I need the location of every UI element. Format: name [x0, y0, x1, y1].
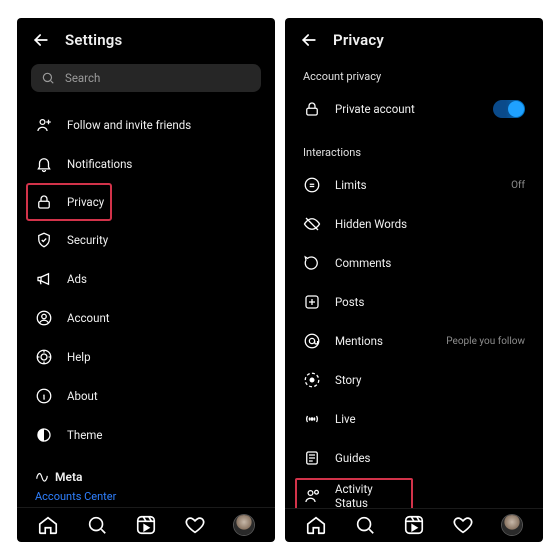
private-account-row[interactable]: Private account — [299, 90, 529, 128]
tab-bar — [17, 507, 275, 542]
settings-content: Search Follow and invite friends Notific… — [17, 60, 275, 507]
avatar-icon — [502, 515, 522, 535]
row-label: Account — [67, 311, 257, 325]
row-tail: People you follow — [446, 336, 525, 347]
row-label: Security — [67, 233, 257, 247]
lock-icon — [303, 100, 321, 118]
nav-story[interactable]: Story — [299, 361, 529, 399]
nav-ads[interactable]: Ads — [31, 260, 261, 298]
meta-brand-text: Meta — [55, 470, 82, 484]
live-icon — [303, 410, 321, 428]
tab-profile[interactable] — [500, 513, 524, 537]
settings-header: Settings — [17, 18, 275, 60]
nav-theme[interactable]: Theme — [31, 416, 261, 454]
row-label: Private account — [335, 102, 479, 116]
row-tail: Off — [511, 180, 525, 191]
tab-search[interactable] — [85, 513, 109, 537]
comment-icon — [303, 254, 321, 272]
tab-reels[interactable] — [402, 513, 426, 537]
nav-privacy[interactable]: Privacy — [27, 184, 111, 220]
privacy-header: Privacy — [285, 18, 543, 60]
row-label: Story — [335, 373, 525, 387]
mention-icon — [303, 332, 321, 350]
privacy-content: Account privacy Private account Interact… — [285, 60, 543, 508]
posts-icon — [303, 293, 321, 311]
row-label: Help — [67, 350, 257, 364]
lock-icon — [35, 193, 53, 211]
nav-notifications[interactable]: Notifications — [31, 145, 261, 183]
bell-icon — [35, 155, 53, 173]
tab-profile[interactable] — [232, 513, 256, 537]
settings-screen: Settings Search Follow and invite friend… — [17, 18, 275, 542]
avatar-icon — [234, 515, 254, 535]
row-label: Notifications — [67, 157, 257, 171]
tab-home[interactable] — [304, 513, 328, 537]
nav-about[interactable]: About — [31, 377, 261, 415]
nav-follow-invite[interactable]: Follow and invite friends — [31, 106, 261, 144]
private-account-toggle[interactable] — [493, 100, 525, 118]
activity-status-icon — [303, 487, 321, 505]
page-title: Settings — [65, 31, 122, 49]
info-icon — [35, 387, 53, 405]
row-label: Theme — [67, 428, 257, 442]
search-input[interactable]: Search — [31, 64, 261, 92]
tab-reels[interactable] — [134, 513, 158, 537]
row-label: About — [67, 389, 257, 403]
row-label: Activity Status — [335, 482, 405, 508]
row-label: Follow and invite friends — [67, 118, 257, 132]
meta-brand: Meta — [35, 470, 257, 484]
account-icon — [35, 309, 53, 327]
tab-bar — [285, 508, 543, 542]
row-label: Comments — [335, 256, 525, 270]
nav-live[interactable]: Live — [299, 400, 529, 438]
row-label: Ads — [67, 272, 257, 286]
row-label: Guides — [335, 451, 525, 465]
nav-limits[interactable]: Limits Off — [299, 166, 529, 204]
help-icon — [35, 348, 53, 366]
page-title: Privacy — [333, 31, 384, 49]
nav-security[interactable]: Security — [31, 221, 261, 259]
back-icon[interactable] — [31, 30, 51, 50]
search-placeholder: Search — [65, 71, 100, 85]
nav-activity-status[interactable]: Activity Status — [295, 478, 413, 508]
shield-icon — [35, 231, 53, 249]
nav-hidden-words[interactable]: Hidden Words — [299, 205, 529, 243]
row-label: Live — [335, 412, 525, 426]
accounts-center-link[interactable]: Accounts Center — [35, 490, 257, 503]
nav-help[interactable]: Help — [31, 338, 261, 376]
tab-search[interactable] — [353, 513, 377, 537]
nav-posts[interactable]: Posts — [299, 283, 529, 321]
megaphone-icon — [35, 270, 53, 288]
nav-account[interactable]: Account — [31, 299, 261, 337]
back-icon[interactable] — [299, 30, 319, 50]
tab-home[interactable] — [36, 513, 60, 537]
meta-section: Meta Accounts Center Control settings fo… — [31, 470, 261, 507]
privacy-screen: Privacy Account privacy Private account … — [285, 18, 543, 542]
add-user-icon — [35, 116, 53, 134]
guides-icon — [303, 449, 321, 467]
theme-icon — [35, 426, 53, 444]
row-label: Mentions — [335, 334, 432, 348]
limits-icon — [303, 176, 321, 194]
tab-activity[interactable] — [183, 513, 207, 537]
row-label: Hidden Words — [335, 217, 525, 231]
row-label: Privacy — [67, 195, 104, 209]
meta-logo-icon — [35, 470, 49, 484]
account-privacy-heading: Account privacy — [299, 60, 529, 89]
row-label: Limits — [335, 178, 497, 192]
hidden-icon — [303, 215, 321, 233]
row-label: Posts — [335, 295, 525, 309]
nav-mentions[interactable]: Mentions People you follow — [299, 322, 529, 360]
nav-guides[interactable]: Guides — [299, 439, 529, 477]
interactions-heading: Interactions — [299, 136, 529, 165]
nav-comments[interactable]: Comments — [299, 244, 529, 282]
search-icon — [41, 71, 55, 85]
tab-activity[interactable] — [451, 513, 475, 537]
story-icon — [303, 371, 321, 389]
